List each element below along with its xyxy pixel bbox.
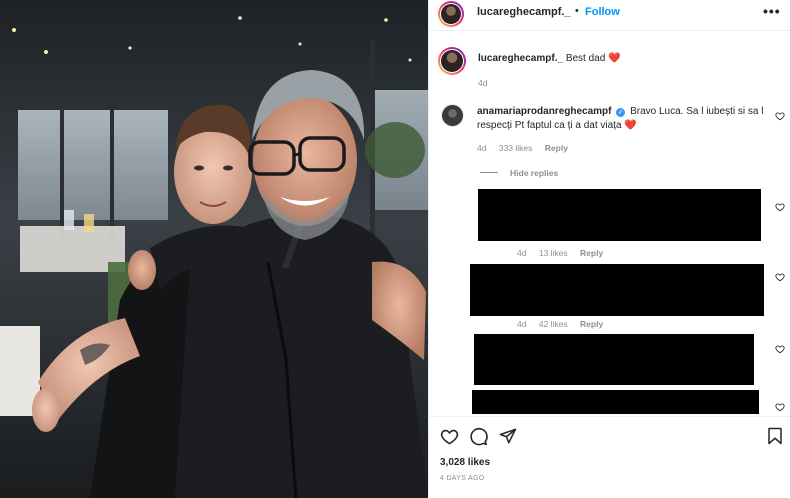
heart-emoji: ❤️ xyxy=(624,120,637,131)
comment-age: 4d xyxy=(477,143,487,153)
comment-likes[interactable]: 333 likes xyxy=(499,143,533,153)
reply-like-heart-icon[interactable] xyxy=(775,272,785,282)
heart-emoji: ❤️ xyxy=(608,53,621,64)
hide-replies-button[interactable]: Hide replies xyxy=(510,168,558,178)
comment-reply-button[interactable]: Reply xyxy=(545,143,568,153)
comment-meta: 4d 333 likes Reply xyxy=(477,143,578,153)
comment-text-line2: respecți Pt faptul ca ți a dat viața xyxy=(477,120,622,131)
comment-body: anamariaprodanreghecampf ✓ Bravo Luca. S… xyxy=(477,105,790,133)
reply-likes[interactable]: 42 likes xyxy=(539,319,568,329)
heart-icon[interactable] xyxy=(440,427,459,446)
caption: lucareghecampf._ Best dad ❤️ xyxy=(478,52,621,66)
redacted-reply xyxy=(474,334,754,385)
caption-meta: 4d xyxy=(478,78,497,88)
caption-avatar[interactable] xyxy=(438,47,466,75)
reply-like-heart-icon[interactable] xyxy=(775,344,785,354)
header-divider xyxy=(429,30,790,31)
reply-meta: 4d 13 likes Reply xyxy=(517,248,613,258)
reply-likes[interactable]: 13 likes xyxy=(539,248,568,258)
reply-like-heart-icon[interactable] xyxy=(775,202,785,212)
post-sidebar: lucareghecampf._ • Follow ••• lucareghec… xyxy=(428,0,790,498)
bookmark-icon[interactable] xyxy=(767,427,783,445)
reply-like-heart-icon[interactable] xyxy=(775,402,785,412)
commenter-avatar[interactable] xyxy=(441,104,464,127)
reply-age: 4d xyxy=(517,319,527,329)
caption-text: Best dad xyxy=(565,53,606,64)
comment-text-line1: Bravo Luca. Sa l iubești si sa l xyxy=(630,106,764,117)
header-separator: • xyxy=(575,5,579,17)
post-timestamp: 4 DAYS AGO xyxy=(440,475,485,482)
like-count[interactable]: 3,028 likes xyxy=(440,457,490,468)
hide-replies-line xyxy=(480,172,498,173)
comment-icon[interactable] xyxy=(469,427,488,446)
author-avatar[interactable] xyxy=(438,1,464,27)
redacted-reply xyxy=(472,390,759,414)
share-icon[interactable] xyxy=(499,427,517,445)
post-header: lucareghecampf._ • Follow ••• xyxy=(429,0,790,27)
commenter-username[interactable]: anamariaprodanreghecampf xyxy=(477,106,612,117)
reply-age: 4d xyxy=(517,248,527,258)
author-username[interactable]: lucareghecampf._ xyxy=(477,6,571,18)
reply-button[interactable]: Reply xyxy=(580,248,603,258)
comment-like-heart-icon[interactable] xyxy=(775,111,785,121)
redacted-reply xyxy=(478,189,761,241)
reply-meta: 4d 42 likes Reply xyxy=(517,319,613,329)
post-photo-illustration xyxy=(0,0,428,498)
more-options-button[interactable]: ••• xyxy=(763,3,781,19)
redacted-reply xyxy=(470,264,764,316)
caption-username[interactable]: lucareghecampf._ xyxy=(478,53,563,64)
post-photo xyxy=(0,0,428,498)
post-actions: 3,028 likes 4 DAYS AGO xyxy=(429,416,790,498)
reply-button[interactable]: Reply xyxy=(580,319,603,329)
caption-age: 4d xyxy=(478,78,488,88)
verified-badge-icon: ✓ xyxy=(616,108,626,117)
follow-button[interactable]: Follow xyxy=(585,6,620,18)
